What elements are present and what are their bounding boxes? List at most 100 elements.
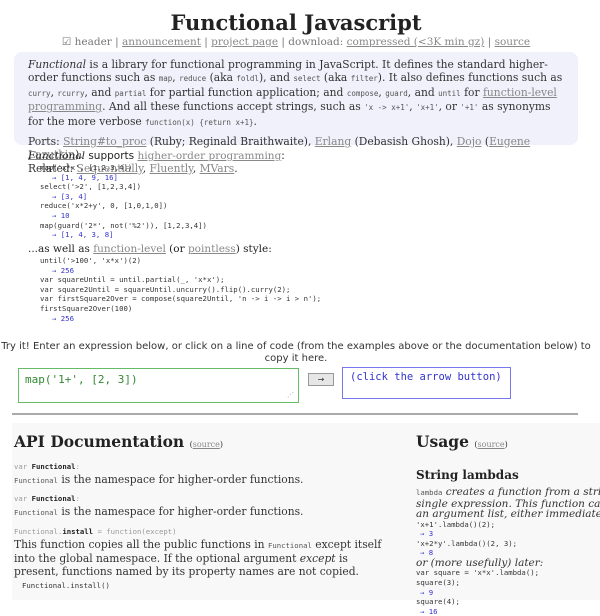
code-result: → 256 [52, 313, 74, 323]
inline-code: until [438, 88, 461, 98]
sig-name: Functional [31, 462, 76, 471]
code-example-line[interactable]: var square = 'x*x'.lambda(); [416, 568, 600, 578]
library-name: Functional [28, 58, 86, 71]
text-span: . [253, 114, 257, 128]
inline-code: Functional [267, 541, 312, 550]
sig-suffix: = function(except) [93, 527, 177, 536]
source-link[interactable]: source [495, 36, 531, 48]
heading-text: Usage [416, 432, 469, 451]
header-toggle-label: header [74, 36, 112, 48]
code-example-line[interactable]: select('>2', [1,2,3,4]) [40, 182, 548, 192]
resize-grip-icon[interactable]: ⋰ [287, 391, 295, 399]
code-example-line[interactable]: var firstSquare2Over = compose(square2Un… [40, 294, 568, 304]
function-level-heading: ...as well as function-level (or pointle… [28, 243, 568, 255]
api-source-link[interactable]: source [193, 440, 220, 449]
code-result: → 16 [420, 606, 438, 616]
download-label: download: [288, 36, 344, 48]
function-level-examples: ...as well as function-level (or pointle… [28, 243, 568, 323]
inline-code: curry [28, 88, 51, 98]
inline-code: map [158, 74, 173, 84]
text-span: , and [84, 85, 115, 99]
sig-keyword: var [14, 494, 32, 503]
sig-keyword: var [14, 462, 32, 471]
text-span: ). It also defines functions such as [377, 71, 563, 85]
usage-text-span: creates a function from a string that co… [445, 486, 600, 498]
code-example-line[interactable]: 'x+1'.lambda()(2); [416, 520, 600, 530]
inline-code: partial [114, 88, 147, 98]
inline-code: Functional [14, 508, 58, 517]
heading-text: ...as well as [28, 243, 94, 255]
text-span: (aka [320, 71, 351, 85]
usage-text: an argument list, either immediately: [416, 508, 600, 520]
code-example-line[interactable]: map('x*x', [1,2,3,4]) [40, 163, 548, 173]
api-entry-functional: var Functional: Functional is the namesp… [14, 462, 394, 487]
text-span: , or [438, 100, 461, 114]
compressed-download-link[interactable]: compressed (<3K min gz) [347, 36, 485, 48]
library-name: Functional [28, 150, 85, 162]
text-span: (Ruby; Reginald Braithwaite), [146, 135, 315, 149]
function-level-link[interactable]: function-level [93, 243, 166, 255]
usage-source-link[interactable]: source [478, 440, 505, 449]
pointless-link[interactable]: pointless [188, 243, 236, 255]
inline-link[interactable]: Dojo [457, 135, 482, 148]
inline-link[interactable]: String#to_proc [63, 135, 146, 148]
api-entry-install: Functional.install = function(except) Th… [14, 527, 394, 590]
heading-text: ) style: [235, 243, 272, 255]
evaluation-output: (click the arrow button) [342, 367, 511, 399]
api-description: Functional is the namespace for higher-o… [14, 473, 394, 487]
heading-text: supports [84, 150, 138, 162]
hof-heading: Functional supports higher-order program… [28, 150, 548, 162]
api-description: Functional is the namespace for higher-o… [14, 505, 394, 519]
text-span: (Debasish Ghosh), [351, 135, 457, 149]
text-span: for partial function application; and [146, 85, 347, 99]
function-level-code-lines: until('>100', 'x*x')(2) → 256 var squareUn… [40, 256, 568, 323]
code-example-line[interactable]: reduce('x*2+y', 0, [1,0,1,0]) [40, 201, 548, 211]
paren: ) [219, 440, 223, 449]
code-example-line[interactable]: Functional.install() [22, 581, 394, 590]
code-example-line[interactable]: square(3); [416, 578, 600, 588]
string-lambdas-heading: String lambdas [416, 468, 519, 482]
nav-separator: | [204, 36, 208, 48]
code-example-line[interactable]: until('>100', 'x*x')(2) [40, 256, 568, 266]
api-signature: Functional.install = function(except) [14, 527, 394, 536]
inline-code: 'x+1' [416, 103, 439, 113]
expression-input[interactable] [18, 368, 299, 403]
code-result: → [3, 4] [52, 191, 88, 201]
higher-order-programming-link[interactable]: higher-order programming [137, 150, 281, 162]
usage-heading: Usage (source) [416, 432, 508, 451]
code-example-line[interactable]: square(4); [416, 597, 600, 607]
inline-code: rcurry [57, 88, 85, 98]
code-example-line[interactable]: firstSquare2Over(100) [40, 304, 568, 314]
api-documentation-heading: API Documentation (source) [14, 432, 223, 451]
section-divider [12, 413, 578, 415]
code-result: → 256 [52, 265, 74, 275]
inline-code: guard [385, 88, 408, 98]
usage-body: lambda creates a function from a string … [416, 487, 600, 616]
sig-name: Functional [31, 494, 76, 503]
api-signature: var Functional: [14, 462, 394, 471]
usage-source-link-wrapper: (source) [474, 440, 507, 449]
inline-code: function(x) {return x+1} [145, 117, 254, 127]
code-example-line[interactable]: var square2Until = squareUntil.uncurry()… [40, 285, 568, 295]
inline-link[interactable]: Erlang [315, 135, 351, 148]
checkbox-icon[interactable]: ☑ [62, 36, 71, 48]
argument-name: except [299, 552, 336, 565]
inline-code: Functional [14, 476, 58, 485]
project-page-link[interactable]: project page [211, 36, 278, 48]
text-span: , and [407, 85, 439, 99]
announcement-link[interactable]: announcement [122, 36, 201, 48]
intro-paragraph: Functional is a library for functional p… [28, 58, 564, 129]
usage-text: or (more usefully) later: [416, 556, 544, 569]
inline-code: filter [350, 74, 378, 84]
code-example-line[interactable]: var squareUntil = until.partial(_, 'x*x'… [40, 275, 568, 285]
nav-separator: | [281, 36, 285, 48]
code-example-line[interactable]: 'x+2*y'.lambda()(2, 3); [416, 539, 600, 549]
code-result: → 9 [420, 587, 434, 597]
code-result: → [1, 4, 3, 8] [52, 230, 114, 240]
heading-text: API Documentation [14, 432, 185, 451]
evaluate-arrow-button[interactable]: → [308, 373, 334, 386]
intro-box: Functional is a library for functional p… [14, 52, 578, 175]
api-entry-functional: var Functional: Functional is the namesp… [14, 494, 394, 519]
description-text: is the namespace for higher-order functi… [57, 505, 304, 518]
code-example-line[interactable]: map(guard('2*', not('%2')), [1,2,3,4]) [40, 221, 548, 231]
